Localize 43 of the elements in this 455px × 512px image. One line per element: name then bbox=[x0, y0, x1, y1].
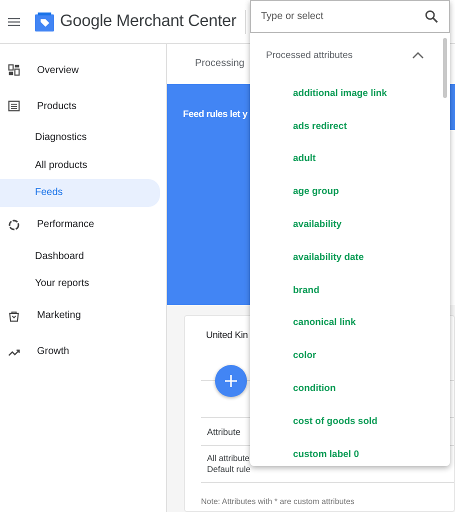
nav-item[interactable]: Your reports bbox=[0, 270, 160, 298]
nav-item[interactable]: Diagnostics bbox=[0, 124, 160, 152]
table-cell: Default rule bbox=[207, 464, 250, 475]
option-item[interactable]: adult bbox=[250, 142, 450, 176]
nav-item[interactable]: Dashboard bbox=[0, 242, 160, 270]
nav-item[interactable]: Growth bbox=[0, 334, 160, 370]
option-item[interactable]: additional image link bbox=[250, 77, 450, 110]
option-item[interactable]: color bbox=[250, 339, 450, 372]
option-item[interactable]: ads redirect bbox=[250, 110, 450, 143]
card-title: United Kin bbox=[205, 330, 249, 341]
menu-icon[interactable] bbox=[8, 16, 20, 26]
plus-icon bbox=[225, 374, 237, 386]
nav-item[interactable]: Feeds bbox=[0, 179, 160, 206]
list-icon bbox=[8, 100, 20, 112]
option-item[interactable]: availability bbox=[250, 208, 450, 241]
nav-item[interactable]: Products bbox=[0, 88, 160, 124]
dashboard-icon bbox=[8, 64, 20, 76]
note-text: Note: Attributes with * are custom attributes bbox=[200, 496, 356, 506]
logo-icon bbox=[35, 12, 54, 32]
option-item[interactable]: cost of goods sold bbox=[250, 404, 450, 438]
product-name: Google Merchant Center bbox=[60, 12, 236, 31]
tab[interactable]: Processing bbox=[195, 54, 244, 74]
add-button[interactable] bbox=[215, 364, 247, 396]
scrollbar-thumb[interactable] bbox=[443, 38, 447, 98]
nav-item[interactable]: Marketing bbox=[0, 298, 160, 334]
circle-icon bbox=[8, 218, 20, 230]
option-item[interactable]: canonical link bbox=[250, 306, 450, 340]
bag-icon bbox=[8, 310, 20, 322]
search-icon[interactable] bbox=[425, 10, 438, 23]
nav-item[interactable]: Performance bbox=[0, 206, 160, 242]
column-header: Attribute bbox=[207, 426, 241, 436]
banner-text: Feed rules let y bbox=[183, 109, 248, 120]
group-header[interactable]: Processed attributes bbox=[250, 33, 450, 77]
option-item[interactable]: availability date bbox=[250, 240, 450, 274]
option-item[interactable]: age group bbox=[250, 175, 450, 208]
chevron-up-icon[interactable] bbox=[412, 51, 424, 59]
option-item[interactable]: condition bbox=[250, 372, 450, 405]
search-field[interactable]: Type or select bbox=[250, 0, 450, 33]
option-item[interactable]: brand bbox=[250, 274, 450, 307]
option-item[interactable]: custom label 0 bbox=[250, 438, 450, 471]
nav-item[interactable]: Overview bbox=[0, 52, 160, 88]
nav-item[interactable]: All products bbox=[0, 152, 160, 179]
table-cell: All attribute bbox=[207, 453, 250, 464]
